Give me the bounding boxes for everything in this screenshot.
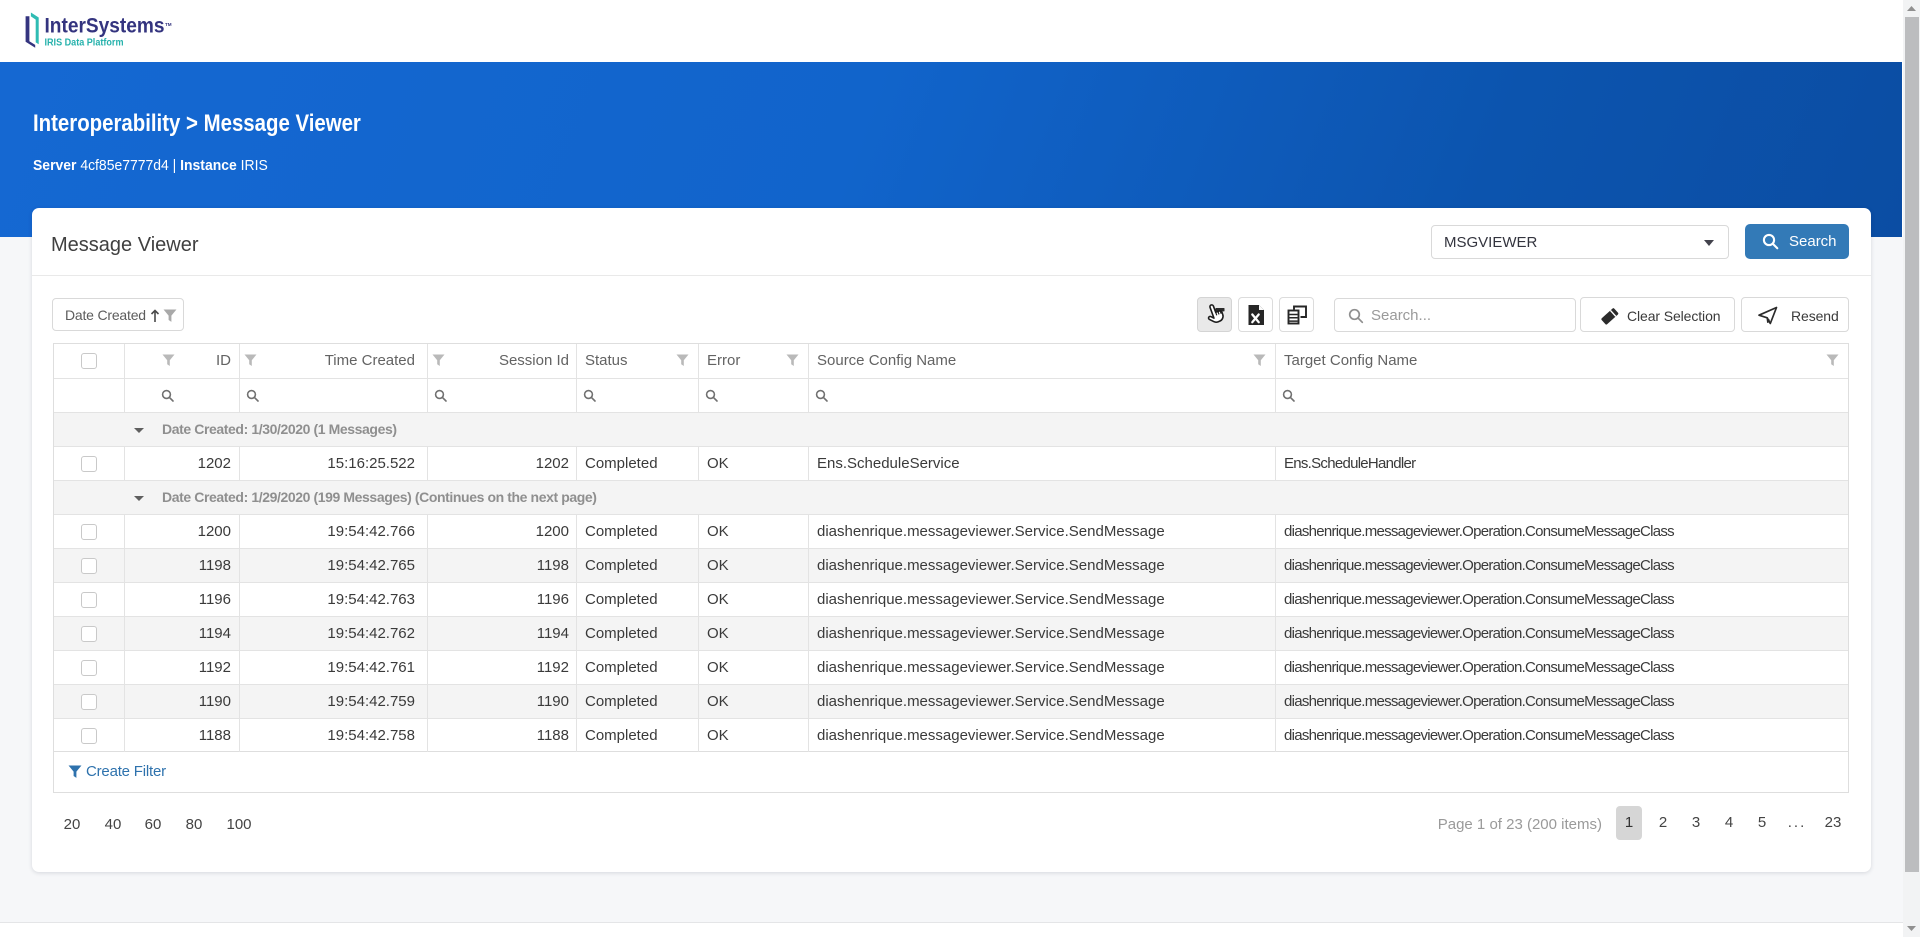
svg-text:IRIS Data Platform: IRIS Data Platform [45,37,124,49]
svg-text:TM: TM [165,22,172,27]
svg-text:InterSystems: InterSystems [45,15,165,38]
